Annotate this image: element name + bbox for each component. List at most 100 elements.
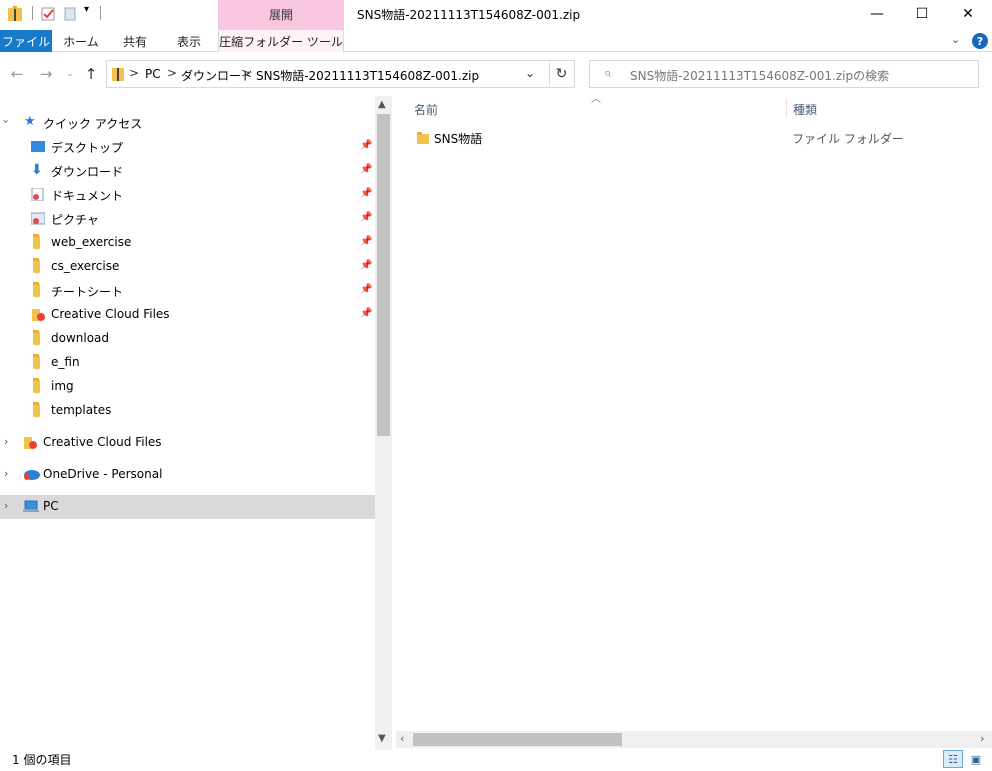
tab-file[interactable]: ファイル: [0, 30, 52, 52]
recent-locations-chevron-icon[interactable]: ⌄: [59, 63, 81, 85]
pin-icon[interactable]: 📌: [360, 260, 372, 271]
breadcrumb-zip[interactable]: SNS物語-20211113T154608Z-001.zip: [256, 67, 479, 84]
scroll-left-icon[interactable]: ‹: [400, 732, 404, 745]
address-dropdown-icon[interactable]: ⌄: [525, 66, 535, 80]
close-button[interactable]: ✕: [945, 0, 991, 28]
maximize-button[interactable]: ☐: [899, 0, 945, 28]
nav-item-desktop[interactable]: デスクトップ 📌: [0, 135, 375, 159]
up-arrow-icon[interactable]: ↑: [80, 63, 102, 85]
nav-item-downloads[interactable]: ⬇ ダウンロード 📌: [0, 159, 375, 183]
nav-label: Creative Cloud Files: [43, 435, 162, 449]
star-icon: ★: [24, 114, 36, 129]
nav-label: web_exercise: [51, 235, 132, 249]
nav-quick-access[interactable]: › ★ クイック アクセス: [0, 111, 375, 135]
nav-item-download[interactable]: download: [0, 327, 375, 351]
creative-cloud-folder-icon: [31, 308, 45, 321]
new-folder-icon[interactable]: [63, 6, 77, 22]
column-header-type[interactable]: 種類: [793, 101, 817, 118]
nav-item-cs-exercise[interactable]: cs_exercise 📌: [0, 255, 375, 279]
pin-icon[interactable]: 📌: [360, 140, 372, 151]
navigation-pane: › ★ クイック アクセス デスクトップ 📌 ⬇ ダウンロード 📌 ドキュメント…: [0, 96, 392, 750]
pin-icon[interactable]: 📌: [360, 212, 372, 223]
nav-item-pictures[interactable]: ピクチャ 📌: [0, 207, 375, 231]
refresh-icon[interactable]: ↻: [549, 62, 573, 86]
forward-arrow-icon[interactable]: →: [35, 63, 57, 85]
pin-icon[interactable]: 📌: [360, 236, 372, 247]
nav-vertical-scrollbar[interactable]: ▲ ▼: [375, 96, 392, 750]
tab-share[interactable]: 共有: [113, 30, 157, 52]
nav-label: デスクトップ: [51, 141, 124, 155]
chevron-down-icon[interactable]: ⌄: [951, 33, 960, 46]
sort-indicator-icon: ︿: [591, 94, 601, 105]
nav-label: templates: [51, 403, 112, 417]
search-icon: ⌕: [604, 66, 612, 81]
nav-label: ピクチャ: [51, 213, 99, 227]
search-input[interactable]: SNS物語-20211113T154608Z-001.zipの検索: [630, 67, 889, 84]
explorer-window: ▾ 展開 SNS物語-20211113T154608Z-001.zip — ☐ …: [0, 0, 992, 771]
column-header-name[interactable]: 名前: [414, 101, 438, 118]
large-icons-view-icon[interactable]: ▣: [966, 750, 986, 768]
nav-label: e_fin: [51, 355, 80, 369]
folder-icon: [33, 354, 40, 369]
pin-icon[interactable]: 📌: [360, 308, 372, 319]
pin-icon[interactable]: 📌: [360, 284, 372, 295]
pin-icon[interactable]: 📌: [360, 164, 372, 175]
pc-icon: [23, 500, 39, 513]
folder-icon: [417, 132, 429, 144]
nav-label: OneDrive - Personal: [43, 467, 163, 481]
column-divider[interactable]: [786, 98, 787, 118]
nav-item-cheatsheet[interactable]: チートシート 📌: [0, 279, 375, 303]
nav-item-web-exercise[interactable]: web_exercise 📌: [0, 231, 375, 255]
chevron-expanded-icon[interactable]: ›: [0, 119, 13, 123]
nav-label: クイック アクセス: [43, 117, 143, 131]
customize-qat-icon[interactable]: ▾: [84, 4, 98, 20]
creative-cloud-folder-icon: [23, 436, 37, 449]
context-group-title: 展開: [268, 8, 293, 22]
nav-item-documents[interactable]: ドキュメント 📌: [0, 183, 375, 207]
nav-root-pc[interactable]: › PC: [0, 495, 375, 519]
details-view-icon[interactable]: ☷: [943, 750, 963, 768]
scroll-thumb[interactable]: [377, 114, 390, 436]
search-box[interactable]: ⌕ SNS物語-20211113T154608Z-001.zipの検索: [589, 60, 979, 88]
nav-label: cs_exercise: [51, 259, 120, 273]
documents-icon: [31, 187, 45, 202]
back-arrow-icon[interactable]: ←: [6, 63, 28, 85]
quick-access-separator: [32, 6, 33, 20]
zip-folder-icon[interactable]: [8, 6, 22, 22]
address-bar[interactable]: > PC > ダウンロード > SNS物語-20211113T154608Z-0…: [106, 60, 575, 88]
nav-root-creative-cloud[interactable]: › Creative Cloud Files: [0, 431, 375, 455]
scroll-right-icon[interactable]: ›: [980, 732, 984, 745]
nav-item-e-fin[interactable]: e_fin: [0, 351, 375, 375]
help-icon[interactable]: ?: [972, 33, 988, 49]
nav-item-templates[interactable]: templates: [0, 399, 375, 423]
chevron-right-icon[interactable]: ›: [4, 499, 8, 512]
pin-icon[interactable]: 📌: [360, 188, 372, 199]
tab-home[interactable]: ホーム: [58, 30, 104, 52]
nav-label: ダウンロード: [51, 165, 124, 179]
nav-item-creative-cloud-pinned[interactable]: Creative Cloud Files 📌: [0, 303, 375, 327]
nav-item-img[interactable]: img: [0, 375, 375, 399]
chevron-right-icon[interactable]: ›: [4, 435, 8, 448]
scroll-thumb[interactable]: [413, 733, 622, 746]
minimize-button[interactable]: —: [854, 0, 900, 28]
tab-compressed-folder-tools[interactable]: 圧縮フォルダー ツール: [218, 30, 344, 52]
scroll-down-icon[interactable]: ▼: [378, 733, 386, 744]
download-arrow-icon: ⬇: [31, 162, 43, 178]
nav-label: img: [51, 379, 74, 393]
chevron-right-icon[interactable]: ›: [4, 467, 8, 480]
folder-icon: [33, 234, 40, 249]
breadcrumb-pc[interactable]: PC: [145, 67, 161, 81]
content-horizontal-scrollbar[interactable]: ‹ ›: [396, 731, 992, 748]
list-item[interactable]: SNS物語 ファイル フォルダー: [407, 127, 992, 149]
nav-label: Creative Cloud Files: [51, 307, 170, 321]
status-item-count: 1 個の項目: [12, 753, 72, 767]
scroll-up-icon[interactable]: ▲: [378, 99, 386, 110]
item-name: SNS物語: [434, 132, 483, 146]
folder-icon: [33, 378, 40, 393]
nav-label: download: [51, 331, 110, 345]
nav-root-onedrive[interactable]: › OneDrive - Personal: [0, 463, 375, 487]
window-title: SNS物語-20211113T154608Z-001.zip: [357, 8, 581, 22]
tab-view[interactable]: 表示: [166, 30, 212, 52]
breadcrumb-separator: >: [167, 66, 178, 80]
properties-icon[interactable]: [41, 6, 55, 22]
